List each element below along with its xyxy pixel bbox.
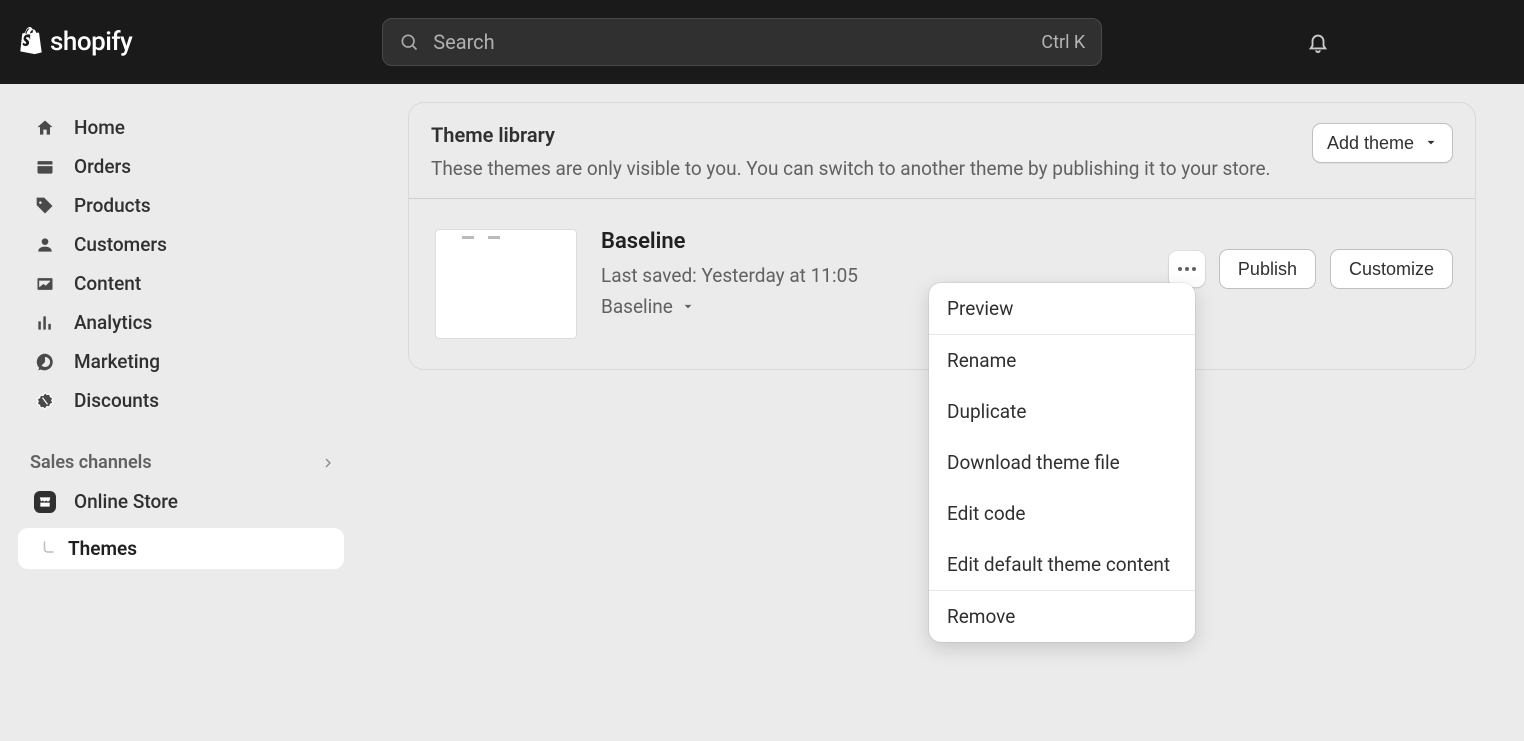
search-placeholder: Search	[433, 30, 1027, 54]
nav-products[interactable]: Products	[0, 186, 360, 225]
nav-label: Orders	[74, 155, 131, 178]
add-theme-button[interactable]: Add theme	[1312, 123, 1453, 163]
search-box[interactable]: Search Ctrl K	[382, 18, 1102, 66]
card-subtitle: These themes are only visible to you. Yo…	[431, 157, 1292, 180]
topbar: shopify Search Ctrl K	[0, 0, 1524, 84]
more-actions-menu: Preview Rename Duplicate Download theme …	[929, 283, 1195, 642]
sidebar: Home Orders Products Customers Content A…	[0, 84, 360, 741]
notifications-button[interactable]	[1300, 24, 1336, 60]
brand-text: shopify	[50, 27, 132, 57]
tree-connector-icon	[40, 540, 58, 558]
menu-edit-code[interactable]: Edit code	[929, 488, 1195, 539]
nav-analytics[interactable]: Analytics	[0, 303, 360, 342]
chevron-down-icon	[681, 300, 695, 314]
nav-home[interactable]: Home	[0, 108, 360, 147]
card-title: Theme library	[431, 123, 1292, 147]
menu-edit-default[interactable]: Edit default theme content	[929, 539, 1195, 590]
layout: Home Orders Products Customers Content A…	[0, 84, 1524, 741]
sales-channels-header[interactable]: Sales channels	[0, 444, 360, 481]
themes-label: Themes	[68, 537, 137, 560]
customers-icon	[34, 234, 56, 256]
add-theme-label: Add theme	[1327, 133, 1414, 154]
nav-discounts[interactable]: Discounts	[0, 381, 360, 420]
card-header: Theme library These themes are only visi…	[409, 103, 1475, 198]
orders-icon	[34, 156, 56, 178]
bell-icon	[1307, 31, 1329, 53]
theme-style-name: Baseline	[601, 295, 673, 318]
theme-name: Baseline	[601, 229, 858, 254]
online-store-label: Online Store	[74, 490, 178, 513]
nav-content[interactable]: Content	[0, 264, 360, 303]
nav-label: Content	[74, 272, 141, 295]
menu-preview[interactable]: Preview	[929, 283, 1195, 334]
chevron-right-icon	[320, 455, 336, 471]
nav-label: Home	[74, 116, 125, 139]
theme-last-saved: Last saved: Yesterday at 11:05	[601, 264, 858, 287]
theme-thumbnail[interactable]	[435, 229, 577, 339]
publish-button[interactable]: Publish	[1219, 249, 1316, 289]
nav-customers[interactable]: Customers	[0, 225, 360, 264]
nav-label: Customers	[74, 233, 167, 256]
theme-library-card: Theme library These themes are only visi…	[408, 102, 1476, 370]
card-header-text: Theme library These themes are only visi…	[431, 123, 1292, 180]
nav-label: Analytics	[74, 311, 152, 334]
search-icon	[399, 32, 419, 52]
home-icon	[34, 117, 56, 139]
topbar-right	[1300, 24, 1506, 60]
nav-marketing[interactable]: Marketing	[0, 342, 360, 381]
nav-online-store[interactable]: Online Store	[0, 481, 360, 522]
theme-row: Baseline Last saved: Yesterday at 11:05 …	[409, 199, 1475, 369]
chevron-down-icon	[1424, 136, 1438, 150]
menu-remove[interactable]: Remove	[929, 591, 1195, 642]
channels-label: Sales channels	[30, 452, 152, 473]
menu-duplicate[interactable]: Duplicate	[929, 386, 1195, 437]
nav-label: Products	[74, 194, 151, 217]
marketing-icon	[34, 351, 56, 373]
nav-label: Discounts	[74, 389, 159, 412]
main: Theme library These themes are only visi…	[360, 84, 1524, 741]
analytics-icon	[34, 312, 56, 334]
menu-rename[interactable]: Rename	[929, 335, 1195, 386]
nav-orders[interactable]: Orders	[0, 147, 360, 186]
shopify-bag-icon	[18, 27, 44, 57]
customize-button[interactable]: Customize	[1330, 249, 1453, 289]
discounts-icon	[34, 390, 56, 412]
theme-actions: Publish Customize	[1169, 249, 1453, 289]
nav-label: Marketing	[74, 350, 160, 373]
theme-info: Baseline Last saved: Yesterday at 11:05 …	[601, 229, 858, 318]
dots-horizontal-icon	[1178, 267, 1196, 271]
content-icon	[34, 273, 56, 295]
products-icon	[34, 195, 56, 217]
nav-themes[interactable]: Themes	[18, 528, 344, 569]
store-icon	[34, 491, 56, 513]
menu-download[interactable]: Download theme file	[929, 437, 1195, 488]
search-shortcut: Ctrl K	[1041, 32, 1085, 53]
more-actions-button[interactable]	[1169, 251, 1205, 287]
shopify-logo[interactable]: shopify	[18, 27, 132, 57]
theme-style-selector[interactable]: Baseline	[601, 295, 858, 318]
